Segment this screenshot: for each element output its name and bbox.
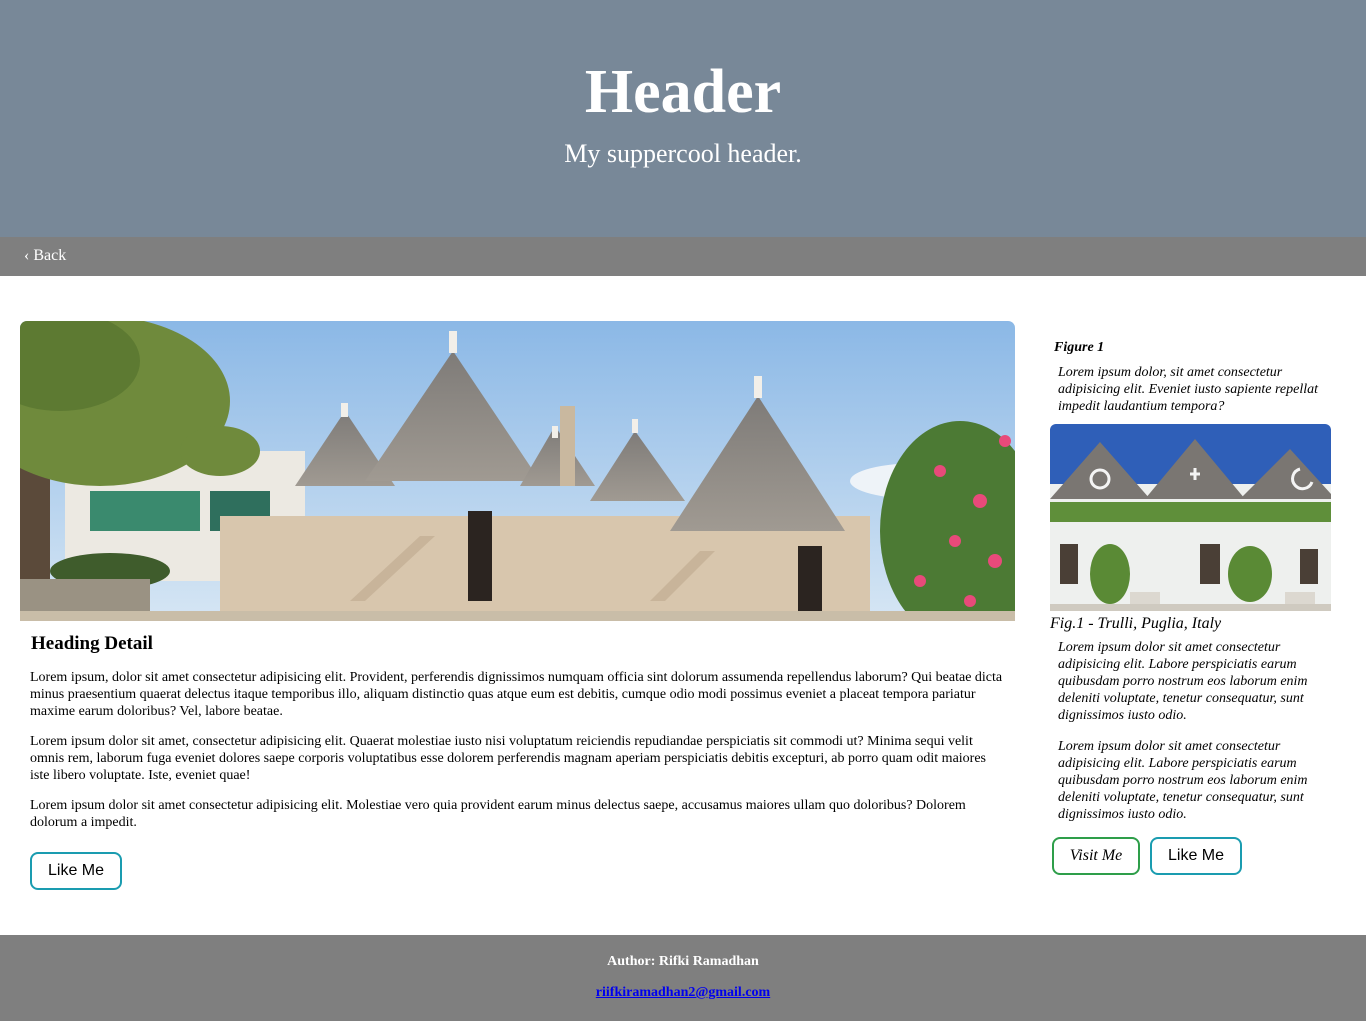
main-article: Heading Detail Lorem ipsum, dolor sit am… [20,321,1015,890]
navbar: ‹ Back [0,237,1366,276]
aside-paragraph: Lorem ipsum dolor sit amet consectetur a… [1058,640,1308,723]
figure-image [1050,424,1331,611]
email-link[interactable]: riifkiramadhan2@gmail.com [0,985,1366,1001]
article-paragraph: Lorem ipsum dolor sit amet, consectetur … [30,734,986,783]
author-text: Author: Rifki Ramadhan [607,954,759,969]
site-header: Header My suppercool header. [0,0,1366,237]
figure-caption: Fig.1 - Trulli, Puglia, Italy [1050,615,1222,632]
article-heading: Heading Detail [31,633,153,654]
site-footer: Author: Rifki Ramadhan riifkiramadhan2@g… [0,935,1366,1021]
figure-intro: Lorem ipsum dolor, sit amet consectetur … [1058,365,1318,414]
article-paragraph: Lorem ipsum dolor sit amet consectetur a… [30,798,966,830]
visit-button[interactable]: Visit Me [1052,837,1140,875]
hero-image [20,321,1015,621]
aside-paragraph: Lorem ipsum dolor sit amet consectetur a… [1058,739,1308,822]
page-subtitle: My suppercool header. [564,139,802,168]
aside-like-button[interactable]: Like Me [1150,837,1242,875]
article-paragraph: Lorem ipsum, dolor sit amet consectetur … [30,670,1003,719]
page-title: Header [584,58,782,126]
aside-button-row: Visit Me Like Me [1052,837,1334,875]
figure-title: Figure 1 [1054,340,1105,355]
article-body: Heading Detail Lorem ipsum, dolor sit am… [20,633,1015,890]
sidebar-figure: Figure 1 Lorem ipsum dolor, sit amet con… [1050,340,1334,875]
like-button[interactable]: Like Me [30,852,122,890]
back-link[interactable]: ‹ Back [24,247,66,265]
